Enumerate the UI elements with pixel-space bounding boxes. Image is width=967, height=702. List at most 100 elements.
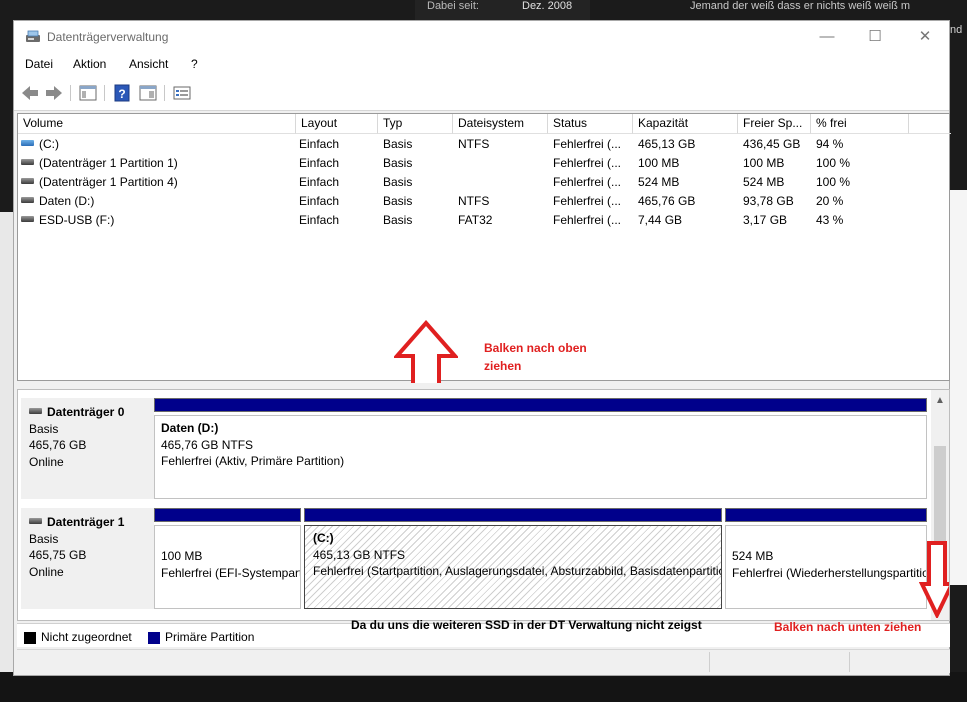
cell-prozent-frei: 43 % bbox=[816, 213, 844, 227]
disk-size: 465,75 GB bbox=[29, 548, 87, 562]
disk-state: Online bbox=[29, 454, 64, 469]
partition-body: 100 MB Fehlerfrei (EFI-Systempartition) bbox=[154, 525, 301, 609]
cell-kapazitaet: 465,76 GB bbox=[638, 194, 696, 208]
background-panel bbox=[950, 190, 967, 585]
column-header-freier-speicher[interactable]: Freier Sp... bbox=[738, 114, 811, 134]
forward-arrow-icon[interactable] bbox=[44, 83, 64, 103]
table-row[interactable]: Daten (D:) Einfach Basis NTFS Fehlerfrei… bbox=[18, 192, 949, 211]
legend-label: Primäre Partition bbox=[165, 630, 255, 644]
partition-body: (C:) 465,13 GB NTFS Fehlerfrei (Startpar… bbox=[304, 525, 722, 609]
cell-layout: Einfach bbox=[299, 175, 340, 189]
partition-name: (C:) bbox=[313, 531, 334, 545]
toolbar-separator bbox=[164, 85, 165, 101]
legend-label: Nicht zugeordnet bbox=[41, 630, 132, 644]
background-footer bbox=[0, 672, 967, 702]
partition-size: 100 MB bbox=[161, 549, 203, 563]
cell-status: Fehlerfrei (... bbox=[553, 137, 622, 151]
partition-status: Fehlerfrei (Startpartition, Auslagerungs… bbox=[313, 564, 722, 578]
disk-row-0: Datenträger 0 Basis 465,76 GB Online Dat… bbox=[18, 395, 930, 499]
partition-bar bbox=[725, 508, 927, 522]
table-row[interactable]: (Datenträger 1 Partition 4) Einfach Basi… bbox=[18, 173, 949, 192]
cell-typ: Basis bbox=[383, 156, 413, 170]
partition-bar bbox=[154, 508, 301, 522]
disk-size: 465,76 GB bbox=[29, 438, 87, 452]
partition-status: Fehlerfrei (Aktiv, Primäre Partition) bbox=[161, 454, 345, 468]
disk-layout-pane[interactable]: Datenträger 0 Basis 465,76 GB Online Dat… bbox=[17, 389, 950, 621]
console-tree-icon[interactable] bbox=[78, 83, 98, 103]
minimize-button[interactable]: — bbox=[804, 21, 850, 53]
disk-type: Basis bbox=[29, 531, 59, 546]
status-divider bbox=[849, 652, 850, 672]
disk-management-window: Datenträgerverwaltung — ☐ ✕ Datei Aktion… bbox=[13, 20, 951, 676]
cell-typ: Basis bbox=[383, 213, 413, 227]
cell-layout: Einfach bbox=[299, 156, 340, 170]
legend-swatch-unallocated bbox=[24, 632, 36, 644]
title-bar[interactable]: Datenträgerverwaltung — ☐ ✕ bbox=[14, 21, 949, 53]
partition-status: Fehlerfrei (EFI-Systempartition) bbox=[161, 565, 301, 580]
partition-status: Fehlerfrei (Wiederherstellungspartition) bbox=[732, 565, 927, 580]
cell-volume: (Datenträger 1 Partition 4) bbox=[21, 175, 178, 189]
partition-bar bbox=[304, 508, 722, 522]
scroll-up-icon[interactable]: ▲ bbox=[931, 392, 949, 410]
properties-icon[interactable] bbox=[172, 83, 192, 103]
cell-kapazitaet: 7,44 GB bbox=[638, 213, 683, 227]
annotation-drag-up-line2: ziehen bbox=[484, 359, 522, 373]
column-header-prozent-frei[interactable]: % frei bbox=[811, 114, 909, 134]
annotation-up-arrow-icon bbox=[394, 320, 458, 391]
menu-ansicht[interactable]: Ansicht bbox=[129, 57, 168, 71]
background-panel bbox=[0, 212, 13, 680]
disk-label[interactable]: Datenträger 0 Basis 465,76 GB Online bbox=[21, 398, 155, 499]
table-row[interactable]: (Datenträger 1 Partition 1) Einfach Basi… bbox=[18, 154, 949, 173]
maximize-button[interactable]: ☐ bbox=[852, 21, 898, 53]
disk-label[interactable]: Datenträger 1 Basis 465,75 GB Online bbox=[21, 508, 155, 609]
disk-name: Datenträger 0 bbox=[47, 405, 125, 419]
cell-typ: Basis bbox=[383, 194, 413, 208]
cell-layout: Einfach bbox=[299, 194, 340, 208]
help-icon[interactable]: ? bbox=[112, 83, 132, 103]
column-header-dateisystem[interactable]: Dateisystem bbox=[453, 114, 548, 134]
column-header-filler bbox=[909, 114, 951, 134]
action-pane-icon[interactable] bbox=[138, 83, 158, 103]
partition-bar bbox=[154, 398, 927, 412]
partition-c[interactable]: (C:) 465,13 GB NTFS Fehlerfrei (Startpar… bbox=[304, 508, 722, 609]
column-header-typ[interactable]: Typ bbox=[378, 114, 453, 134]
toolbar-separator bbox=[70, 85, 71, 101]
column-header-volume[interactable]: Volume bbox=[18, 114, 296, 134]
close-button[interactable]: ✕ bbox=[902, 21, 948, 53]
cell-status: Fehlerfrei (... bbox=[553, 213, 622, 227]
cell-freier-speicher: 3,17 GB bbox=[743, 213, 788, 227]
status-bar bbox=[17, 649, 950, 673]
partition-recovery[interactable]: 524 MB Fehlerfrei (Wiederherstellungspar… bbox=[725, 508, 927, 609]
disk-type: Basis bbox=[29, 421, 59, 436]
back-arrow-icon[interactable] bbox=[20, 83, 40, 103]
volume-list[interactable]: Volume Layout Typ Dateisystem Status Kap… bbox=[17, 113, 951, 391]
cell-prozent-frei: 100 % bbox=[816, 175, 851, 189]
cell-dateisystem: FAT32 bbox=[458, 213, 493, 227]
disk-row-1: Datenträger 1 Basis 465,75 GB Online 100… bbox=[18, 505, 930, 609]
partition-daten-d[interactable]: Daten (D:) 465,76 GB NTFS Fehlerfrei (Ak… bbox=[154, 398, 927, 499]
cell-prozent-frei: 100 % bbox=[816, 156, 851, 170]
menu-help[interactable]: ? bbox=[191, 57, 198, 71]
cell-volume: (Datenträger 1 Partition 1) bbox=[21, 156, 178, 170]
column-header-status[interactable]: Status bbox=[548, 114, 633, 134]
disk-management-icon bbox=[26, 30, 40, 42]
cell-freier-speicher: 524 MB bbox=[743, 175, 785, 189]
drive-icon bbox=[21, 216, 34, 222]
column-header-kapazitaet[interactable]: Kapazität bbox=[633, 114, 738, 134]
partition-body: Daten (D:) 465,76 GB NTFS Fehlerfrei (Ak… bbox=[154, 415, 927, 499]
annotation-drag-up-line1: Balken nach oben bbox=[484, 341, 587, 355]
cell-dateisystem: NTFS bbox=[458, 194, 490, 208]
menu-aktion[interactable]: Aktion bbox=[73, 57, 106, 71]
table-row[interactable]: ESD-USB (F:) Einfach Basis FAT32 Fehlerf… bbox=[18, 211, 949, 230]
partition-efi[interactable]: 100 MB Fehlerfrei (EFI-Systempartition) bbox=[154, 508, 301, 609]
partition-body: 524 MB Fehlerfrei (Wiederherstellungspar… bbox=[725, 525, 927, 609]
window-title: Datenträgerverwaltung bbox=[47, 30, 169, 44]
column-header-layout[interactable]: Layout bbox=[296, 114, 378, 134]
drive-icon bbox=[21, 178, 34, 184]
cell-status: Fehlerfrei (... bbox=[553, 175, 622, 189]
cell-freier-speicher: 100 MB bbox=[743, 156, 785, 170]
cell-kapazitaet: 100 MB bbox=[638, 156, 680, 170]
table-row[interactable]: (C:) Einfach Basis NTFS Fehlerfrei (... … bbox=[18, 135, 949, 154]
svg-text:?: ? bbox=[118, 87, 125, 101]
menu-datei[interactable]: Datei bbox=[25, 57, 53, 71]
